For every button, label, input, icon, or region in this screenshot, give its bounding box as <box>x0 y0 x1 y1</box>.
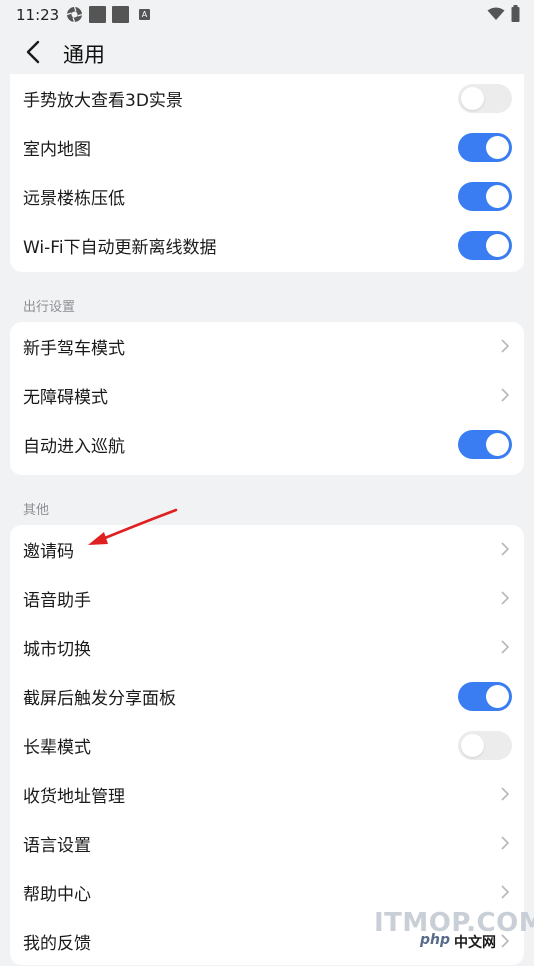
chevron-right-icon <box>501 787 510 801</box>
settings-card-travel: 新手驾车模式 无障碍模式 自动进入巡航 <box>10 322 524 475</box>
setting-label: 语音助手 <box>23 591 91 611</box>
setting-label: 长辈模式 <box>23 738 91 758</box>
setting-row-voice-assistant[interactable]: 语音助手 <box>10 574 524 623</box>
setting-label: 帮助中心 <box>23 885 91 905</box>
setting-row-novice-driving[interactable]: 新手驾车模式 <box>10 322 524 371</box>
back-arrow-icon[interactable] <box>22 40 46 64</box>
toggle-switch[interactable] <box>458 731 512 760</box>
setting-label: 手势放大查看3D实景 <box>23 91 183 111</box>
chevron-right-icon <box>501 591 510 605</box>
setting-label: Wi-Fi下自动更新离线数据 <box>23 238 217 258</box>
notification-square-icon <box>112 6 129 23</box>
setting-row-shipping-address[interactable]: 收货地址管理 <box>10 770 524 819</box>
aperture-icon <box>66 6 83 23</box>
section-title-other: 其他 <box>23 503 50 518</box>
setting-label: 截屏后触发分享面板 <box>23 689 176 709</box>
setting-label: 收货地址管理 <box>23 787 125 807</box>
toggle-switch[interactable] <box>458 430 512 459</box>
wifi-icon <box>487 7 505 20</box>
setting-row-indoor-map[interactable]: 室内地图 <box>10 123 524 172</box>
settings-card-display: 手势放大查看3D实景 室内地图 远景楼栋压低 Wi-Fi下自动更新离线数据 <box>10 74 524 272</box>
status-system-icons <box>487 5 520 22</box>
notification-square-icon <box>89 6 106 23</box>
chevron-right-icon <box>501 836 510 850</box>
watermark-logo: ITMOP.COM php 中文网 <box>360 908 534 951</box>
toggle-knob <box>461 87 484 110</box>
chevron-right-icon <box>501 640 510 654</box>
toggle-switch[interactable] <box>458 182 512 211</box>
setting-label: 语言设置 <box>23 836 91 856</box>
watermark-cn: 中文网 <box>454 935 496 951</box>
setting-row-3d-gesture[interactable]: 手势放大查看3D实景 <box>10 74 524 123</box>
setting-row-distant-buildings[interactable]: 远景楼栋压低 <box>10 172 524 221</box>
status-time: 11:23 <box>16 6 60 24</box>
toggle-knob <box>461 734 484 757</box>
toggle-switch[interactable] <box>458 682 512 711</box>
status-notification-icons: A <box>66 6 150 23</box>
top-app-bar: 通用 <box>0 30 534 74</box>
toggle-knob <box>486 185 509 208</box>
a-badge-icon: A <box>139 9 150 20</box>
toggle-knob <box>486 136 509 159</box>
toggle-knob <box>486 433 509 456</box>
setting-row-city-switch[interactable]: 城市切换 <box>10 623 524 672</box>
toggle-knob <box>486 685 509 708</box>
setting-label: 室内地图 <box>23 140 91 160</box>
settings-card-other: 邀请码 语音助手 城市切换 截屏后触发分享面板 长辈模式 收货地址管理 语言设置… <box>10 525 524 965</box>
toggle-switch[interactable] <box>458 84 512 113</box>
chevron-right-icon <box>501 339 510 353</box>
status-bar: 11:23 A <box>0 0 534 30</box>
red-arrow-annotation-icon <box>88 508 178 545</box>
setting-label: 新手驾车模式 <box>23 339 125 359</box>
section-title-travel: 出行设置 <box>23 300 76 315</box>
toggle-switch[interactable] <box>458 231 512 260</box>
setting-row-wifi-offline-update[interactable]: Wi-Fi下自动更新离线数据 <box>10 221 524 270</box>
toggle-switch[interactable] <box>458 133 512 162</box>
setting-row-auto-cruise[interactable]: 自动进入巡航 <box>10 420 524 469</box>
setting-row-language[interactable]: 语言设置 <box>10 819 524 868</box>
setting-label: 城市切换 <box>23 640 91 660</box>
watermark-php: php <box>420 932 451 948</box>
chevron-right-icon <box>501 542 510 556</box>
setting-row-elder-mode[interactable]: 长辈模式 <box>10 721 524 770</box>
chevron-right-icon <box>501 885 510 899</box>
setting-label: 无障碍模式 <box>23 388 108 408</box>
toggle-knob <box>486 234 509 257</box>
setting-row-screenshot-share[interactable]: 截屏后触发分享面板 <box>10 672 524 721</box>
page-title: 通用 <box>63 43 105 67</box>
battery-icon <box>511 5 520 22</box>
setting-row-accessibility[interactable]: 无障碍模式 <box>10 371 524 420</box>
setting-label: 自动进入巡航 <box>23 437 125 457</box>
setting-label: 远景楼栋压低 <box>23 189 125 209</box>
setting-label: 我的反馈 <box>23 934 91 954</box>
setting-label: 邀请码 <box>23 542 74 562</box>
chevron-right-icon <box>501 388 510 402</box>
